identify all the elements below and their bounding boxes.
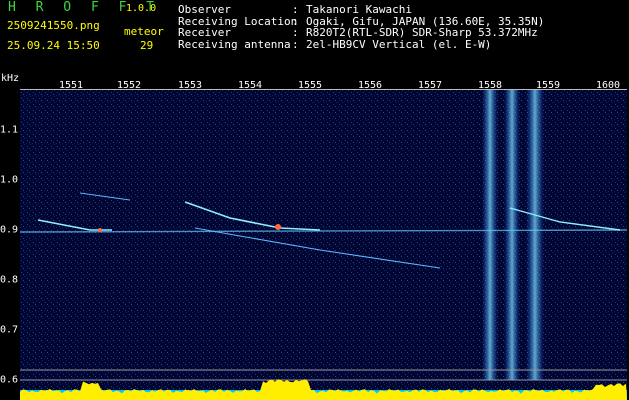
y-tick-label: 1.1	[0, 124, 19, 136]
station-info: Observer: Takanori Kawachi Receiving Loc…	[178, 4, 544, 50]
info-separator: :	[292, 26, 299, 39]
meteor-count: 29	[140, 39, 154, 52]
interference-band	[526, 90, 544, 380]
meteor-head	[275, 224, 281, 230]
y-tick-label: 1.0	[0, 174, 19, 186]
info-row-antenna: Receiving antenna: 2el-HB9CV Vertical (e…	[178, 37, 544, 51]
info-value: R820T2(RTL-SDR) SDR-Sharp 53.372MHz	[306, 26, 538, 39]
spectrogram	[20, 90, 627, 398]
y-tick-label: 0.7	[0, 324, 19, 336]
info-separator: :	[292, 37, 299, 51]
info-value: 2el-HB9CV Vertical (el. E-W)	[306, 37, 492, 51]
timestamp: 25.09.24 15:50	[7, 39, 100, 52]
meteor-head	[98, 228, 102, 232]
info-row-receiver: Receiver: R820T2(RTL-SDR) SDR-Sharp 53.3…	[178, 27, 544, 39]
info-key: Receiver	[178, 26, 231, 39]
image-filename: 2509241550.png	[7, 19, 100, 32]
interference-band	[482, 90, 498, 380]
level-fill	[20, 379, 627, 400]
hrofft-window: H R O F F T 1.0.0 2509241550.png meteor …	[0, 0, 629, 400]
info-row-observer: Observer: Takanori Kawachi	[178, 4, 544, 16]
signal-level-strip	[20, 379, 627, 400]
meteor-label: meteor	[124, 25, 164, 38]
y-tick-label: 0.8	[0, 274, 19, 286]
y-tick-label: 0.6	[0, 374, 19, 386]
interference-band	[504, 90, 520, 380]
y-axis-unit: kHz	[1, 73, 20, 84]
spectrogram-canvas	[20, 90, 627, 398]
app-version: 1.0.0	[126, 3, 157, 14]
info-key: Observer	[178, 3, 231, 16]
info-separator: :	[292, 3, 299, 16]
info-key: Receiving antenna	[178, 37, 291, 51]
y-tick-label: 0.9	[0, 224, 19, 236]
info-value: Takanori Kawachi	[306, 3, 412, 16]
